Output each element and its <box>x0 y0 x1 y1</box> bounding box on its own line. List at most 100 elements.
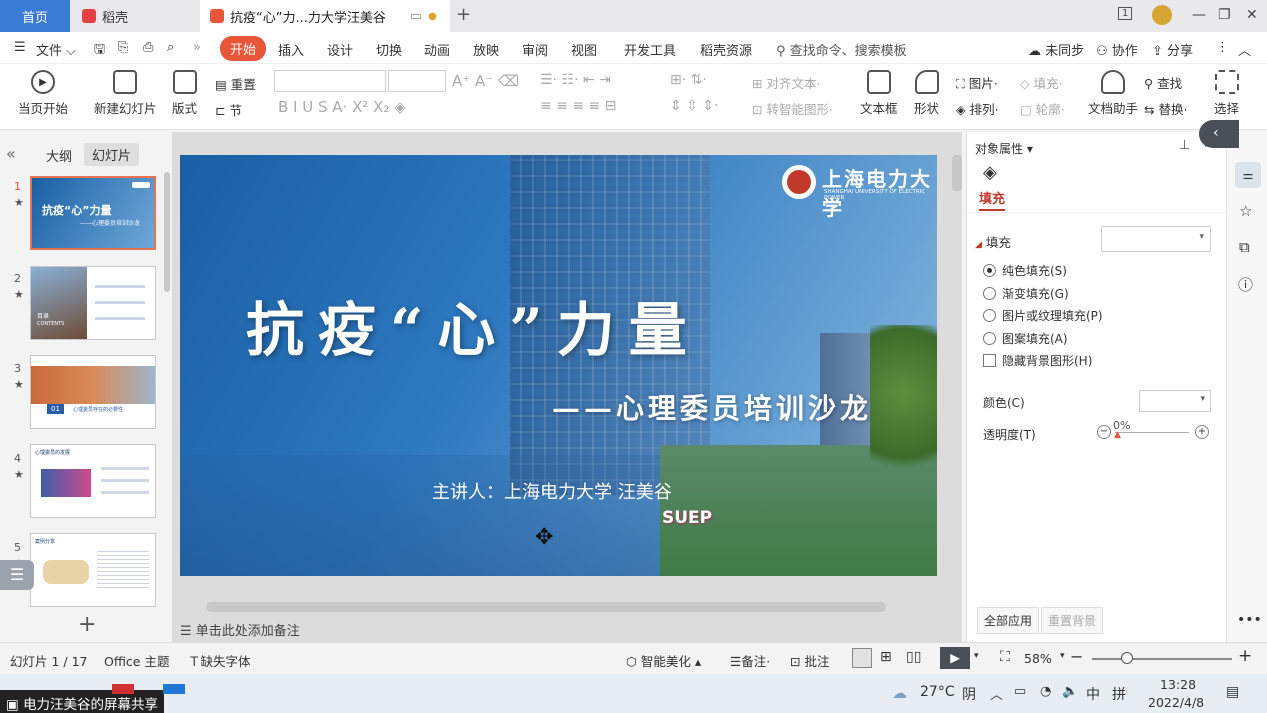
tab-fill[interactable]: 填充 <box>979 188 1006 211</box>
outline-button[interactable]: ▢ 轮廓· <box>1020 99 1065 118</box>
avatar[interactable] <box>1152 5 1172 25</box>
animation-icon[interactable]: ☆ <box>1239 202 1252 220</box>
add-slide-button[interactable]: + <box>78 612 96 637</box>
list-toggle-icon[interactable]: ☰ <box>0 560 34 590</box>
ime-indicator[interactable]: 中 <box>1086 684 1100 704</box>
taskbar-app-icon[interactable] <box>112 684 134 694</box>
new-slide-button[interactable]: 新建幻灯片 <box>94 70 157 117</box>
command-search[interactable]: ⚲ 查找命令、搜索模板 <box>776 40 907 59</box>
from-current-button[interactable]: ▶ 当页开始 <box>18 70 68 117</box>
missing-font-button[interactable]: Ｔ缺失字体 <box>188 651 251 670</box>
sync-button[interactable]: ☁ 未同步 <box>1028 40 1084 59</box>
option-gradient-fill[interactable]: 渐变填充(G) <box>983 285 1069 302</box>
smart-art-button[interactable]: ⊡ 转智能图形· <box>752 99 833 118</box>
new-tab-button[interactable]: + <box>456 4 471 25</box>
zoom-slider[interactable] <box>1092 658 1232 660</box>
menu-review[interactable]: 审阅 <box>522 40 548 59</box>
slide-presenter[interactable]: 主讲人：上海电力大学 汪美谷 <box>432 478 672 504</box>
text-direction-tools[interactable]: ⊞· ⇅· <box>670 72 707 88</box>
option-hide-bg[interactable]: 隐藏背景图形(H) <box>983 352 1092 369</box>
tab-monitor-icon[interactable]: ▭ <box>410 9 422 24</box>
transparency-slider[interactable] <box>1115 432 1189 433</box>
radio-solid[interactable] <box>983 264 996 277</box>
zoom-dropdown-icon[interactable]: ▾ <box>1060 651 1065 661</box>
play-slideshow-button[interactable]: ▶ <box>940 647 970 669</box>
tab-daoke[interactable]: 稻壳 <box>72 0 200 32</box>
picture-button[interactable]: ⛶ 图片· <box>956 73 998 92</box>
tray-expand-icon[interactable]: ︿ <box>990 684 1003 703</box>
doc-helper-button[interactable]: 文档助手 <box>1088 70 1138 117</box>
normal-view-icon[interactable] <box>852 648 872 668</box>
color-select[interactable]: ▾ <box>1139 390 1211 412</box>
thumbnail-slide-1[interactable]: 抗疫“心”力量 ——心理委员培训沙龙 <box>30 176 156 250</box>
fit-window-icon[interactable]: ⛶ <box>1000 649 1010 665</box>
menu-daoke-resources[interactable]: 稻壳资源 <box>700 40 752 59</box>
preview-icon[interactable]: ⌕ <box>167 40 174 55</box>
grid-view-icon[interactable]: ⊞ <box>880 649 892 665</box>
canvas-vscroll[interactable] <box>952 155 962 191</box>
tab-slides[interactable]: 幻灯片 <box>84 143 140 166</box>
menu-transition[interactable]: 切换 <box>376 40 402 59</box>
slide-title[interactable]: 抗疫“心”力量 <box>246 283 701 367</box>
radio-pattern[interactable] <box>983 332 996 345</box>
font-size-tools[interactable]: A⁺ A⁻ ⌫ <box>452 72 519 90</box>
zoom-value[interactable]: 58% <box>1024 651 1052 666</box>
window-layout-icon[interactable]: 1 <box>1118 7 1133 20</box>
shape-button[interactable]: 形状 <box>914 70 939 117</box>
radio-gradient[interactable] <box>983 287 996 300</box>
menu-developer[interactable]: 开发工具 <box>624 40 676 59</box>
collapse-sidebar-icon[interactable]: ‹ <box>1199 120 1239 148</box>
thumbnail-scrollbar[interactable] <box>164 172 170 292</box>
transition-icon[interactable]: ⧉ <box>1239 238 1250 256</box>
slide[interactable]: 上海电力大学 SHANGHAI UNIVERSITY OF ELECTRIC P… <box>180 155 937 576</box>
fill-button[interactable]: ◇ 填充· <box>1020 73 1063 92</box>
screen-share-banner[interactable]: ▣ 电力汪美谷的屏幕共享 <box>0 690 165 713</box>
more-icon[interactable]: ••• <box>1237 612 1262 628</box>
theme-name[interactable]: Office 主题 <box>104 651 169 670</box>
menu-insert[interactable]: 插入 <box>278 40 304 59</box>
notes-area[interactable]: ☰ 单击此处添加备注 <box>180 620 300 639</box>
notification-icon[interactable]: ▤ <box>1226 684 1239 700</box>
reading-view-icon[interactable]: ▯▯ <box>906 649 921 665</box>
thumbnail-slide-4[interactable]: 心理委员的发展 <box>30 444 156 518</box>
clock-date[interactable]: 2022/4/8 <box>1148 695 1204 710</box>
decrease-transparency-icon[interactable]: − <box>1097 425 1111 439</box>
find-button[interactable]: ⚲ 查找 <box>1144 73 1182 92</box>
battery-icon[interactable]: ▭ <box>1014 684 1026 699</box>
export-icon[interactable]: ⎘ <box>118 40 128 55</box>
wifi-icon[interactable]: ◔ <box>1040 684 1051 699</box>
font-style-tools[interactable]: B I U S A· X² X₂ ◈ <box>278 98 406 116</box>
properties-icon[interactable]: ⚌ <box>1235 162 1261 188</box>
arrange-button[interactable]: ◈ 排列· <box>956 99 999 118</box>
zoom-in-icon[interactable]: + <box>1238 646 1252 666</box>
slide-subtitle[interactable]: ——心理委员培训沙龙 <box>552 387 872 427</box>
beautify-button[interactable]: ⬡ 智能美化 ▴ <box>626 651 701 670</box>
comments-toggle[interactable]: ⊡ 批注 <box>790 651 829 670</box>
tab-outline[interactable]: 大纲 <box>46 146 72 165</box>
help-icon[interactable]: ⓘ <box>1238 274 1253 295</box>
thumbnail-slide-2[interactable]: 目录 CONTENTS <box>30 266 156 340</box>
notes-toggle[interactable]: ☰备注· <box>730 651 770 670</box>
textbox-button[interactable]: 文本框 <box>860 70 898 117</box>
option-pattern-fill[interactable]: 图案填充(A) <box>983 330 1068 347</box>
close-icon[interactable]: ✕ <box>1246 7 1258 23</box>
option-solid-fill[interactable]: 纯色填充(S) <box>983 262 1067 279</box>
list-tools[interactable]: ☰· ☷· ⇤ ⇥ <box>540 72 611 88</box>
volume-icon[interactable]: 🔈 <box>1062 684 1078 699</box>
restore-icon[interactable]: ❐ <box>1218 7 1231 23</box>
print-icon[interactable]: ⎙ <box>143 40 153 55</box>
clock-time[interactable]: 13:28 <box>1160 677 1196 692</box>
thumbnail-slide-3[interactable]: 01 心理委员存在的必要性 <box>30 355 156 429</box>
menu-slideshow[interactable]: 放映 <box>473 40 499 59</box>
collapse-ribbon-icon[interactable]: ︿ <box>1238 40 1251 59</box>
zoom-slider-thumb[interactable] <box>1121 652 1133 664</box>
radio-picture[interactable] <box>983 309 996 322</box>
panel-title[interactable]: 对象属性 ▾ <box>975 140 1033 157</box>
reset-background-button[interactable]: 重置背景 <box>1041 607 1104 634</box>
zoom-out-icon[interactable]: − <box>1070 647 1083 666</box>
font-size-select[interactable] <box>388 70 446 92</box>
tab-home[interactable]: 首页 <box>0 0 70 32</box>
section-button[interactable]: ⊏ 节 <box>215 100 242 119</box>
layout-button[interactable]: 版式 <box>172 70 197 117</box>
menu-file[interactable]: 文件 ⌵ <box>36 40 76 59</box>
